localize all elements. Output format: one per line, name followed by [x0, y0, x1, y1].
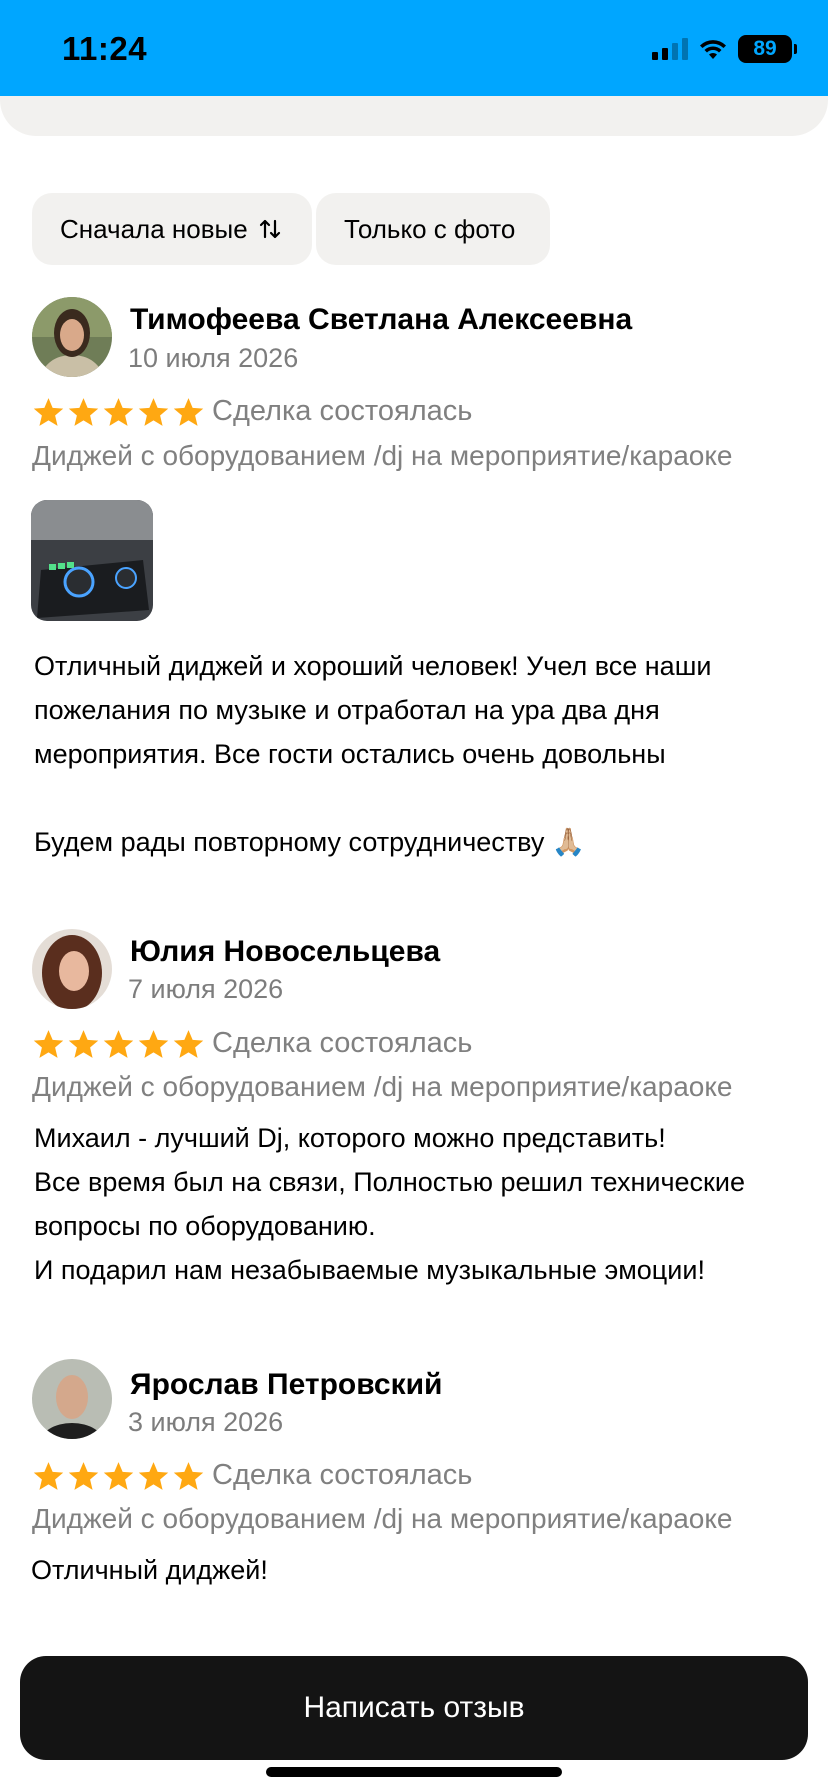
review-service[interactable]: Диджей с оборудованием /dj на мероприяти… — [32, 1503, 798, 1535]
review-date: 10 июля 2026 — [128, 343, 299, 373]
review-date: 7 июля 2026 — [128, 974, 284, 1004]
filters-bar: Сначала новые Только с фото — [32, 193, 550, 265]
star-icon — [103, 1462, 134, 1490]
rating-stars — [32, 1460, 205, 1493]
deal-status: Сделка состоялась — [212, 1459, 473, 1491]
review-author[interactable]: Юлия Новосельцева — [130, 935, 440, 969]
avatar[interactable] — [32, 1359, 112, 1439]
status-icons: 89 — [652, 34, 797, 64]
sort-chip[interactable]: Сначала новые — [32, 193, 312, 265]
rating-stars — [32, 1028, 205, 1061]
photo-only-chip[interactable]: Только с фото — [316, 193, 550, 265]
review-text: Михаил - лучший Dj, которого можно предс… — [34, 1123, 745, 1285]
photo-only-chip-label: Только с фото — [344, 213, 516, 244]
star-icon — [173, 398, 204, 426]
sort-arrows-icon — [259, 219, 280, 239]
battery-icon: 89 — [738, 35, 797, 63]
review-photo[interactable] — [31, 500, 153, 621]
star-icon — [138, 1030, 169, 1058]
review-service[interactable]: Диджей с оборудованием /dj на мероприяти… — [32, 1071, 798, 1103]
star-icon — [103, 1030, 134, 1058]
star-icon — [173, 1462, 204, 1490]
avatar[interactable] — [32, 929, 112, 1009]
review-text: Отличный диджей! — [31, 1555, 268, 1585]
star-icon — [68, 1462, 99, 1490]
star-icon — [33, 1030, 64, 1058]
signal-icon — [652, 38, 688, 60]
star-icon — [138, 398, 169, 426]
wifi-icon — [700, 40, 726, 59]
status-time: 11:24 — [62, 30, 148, 67]
star-icon — [33, 1462, 64, 1490]
star-icon — [103, 398, 134, 426]
rating-stars — [32, 396, 205, 429]
status-bar: 11:24 89 — [0, 0, 828, 96]
sort-chip-label: Сначала новые — [60, 213, 248, 244]
home-indicator — [266, 1767, 562, 1777]
top-sheet — [0, 96, 828, 136]
review-text: Отличный диджей и хороший человек! Учел … — [34, 651, 712, 857]
star-icon — [68, 1030, 99, 1058]
star-icon — [33, 398, 64, 426]
review-service[interactable]: Диджей с оборудованием /dj на мероприяти… — [32, 440, 798, 472]
review-author[interactable]: Ярослав Петровский — [130, 1368, 443, 1402]
deal-status: Сделка состоялась — [212, 395, 473, 427]
review-author[interactable]: Тимофеева Светлана Алексеевна — [130, 303, 632, 337]
avatar[interactable] — [32, 297, 112, 377]
deal-status: Сделка состоялась — [212, 1027, 473, 1059]
write-review-button[interactable]: Написать отзыв — [20, 1656, 808, 1760]
star-icon — [68, 398, 99, 426]
star-icon — [138, 1462, 169, 1490]
review-date: 3 июля 2026 — [128, 1407, 284, 1437]
star-icon — [173, 1030, 204, 1058]
